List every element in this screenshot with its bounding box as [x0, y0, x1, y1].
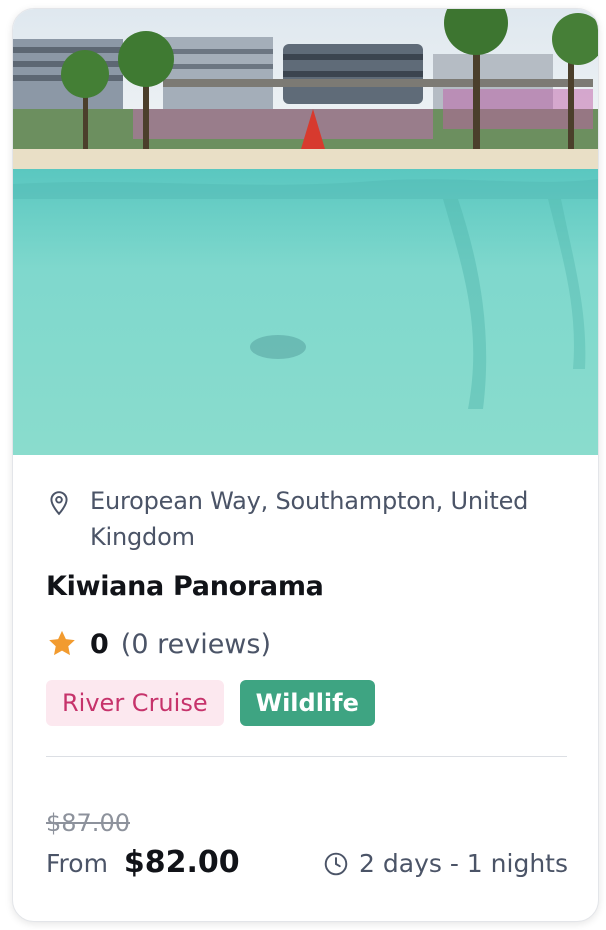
tag-river-cruise[interactable]: River Cruise — [46, 680, 224, 726]
duration-text: 2 days - 1 nights — [359, 849, 568, 878]
tag-wildlife[interactable]: Wildlife — [239, 680, 375, 726]
star-icon — [49, 630, 75, 656]
tag-list: River Cruise Wildlife — [46, 680, 568, 726]
price-row: From $82.00 — [46, 845, 240, 880]
tour-card[interactable]: European Way, Southampton, United Kingdo… — [12, 8, 599, 922]
clock-icon — [324, 852, 348, 875]
rating-score: 0 — [90, 628, 109, 660]
location-row: European Way, Southampton, United Kingdo… — [46, 483, 568, 555]
rating-row: 0 (0 reviews) — [46, 628, 568, 660]
map-pin-icon — [50, 491, 68, 516]
location-text: European Way, Southampton, United Kingdo… — [90, 487, 529, 551]
price-from-label: From — [46, 849, 108, 878]
tour-photo[interactable] — [13, 9, 598, 455]
tour-photo-illustration — [13, 9, 598, 455]
divider — [46, 756, 567, 757]
card-body: European Way, Southampton, United Kingdo… — [46, 483, 568, 757]
current-price: $82.00 — [123, 845, 240, 880]
tour-title[interactable]: Kiwiana Panorama — [46, 571, 568, 602]
rating-reviews: (0 reviews) — [120, 628, 271, 660]
original-price: $87.00 — [46, 809, 130, 837]
duration-row: 2 days - 1 nights — [323, 849, 568, 878]
